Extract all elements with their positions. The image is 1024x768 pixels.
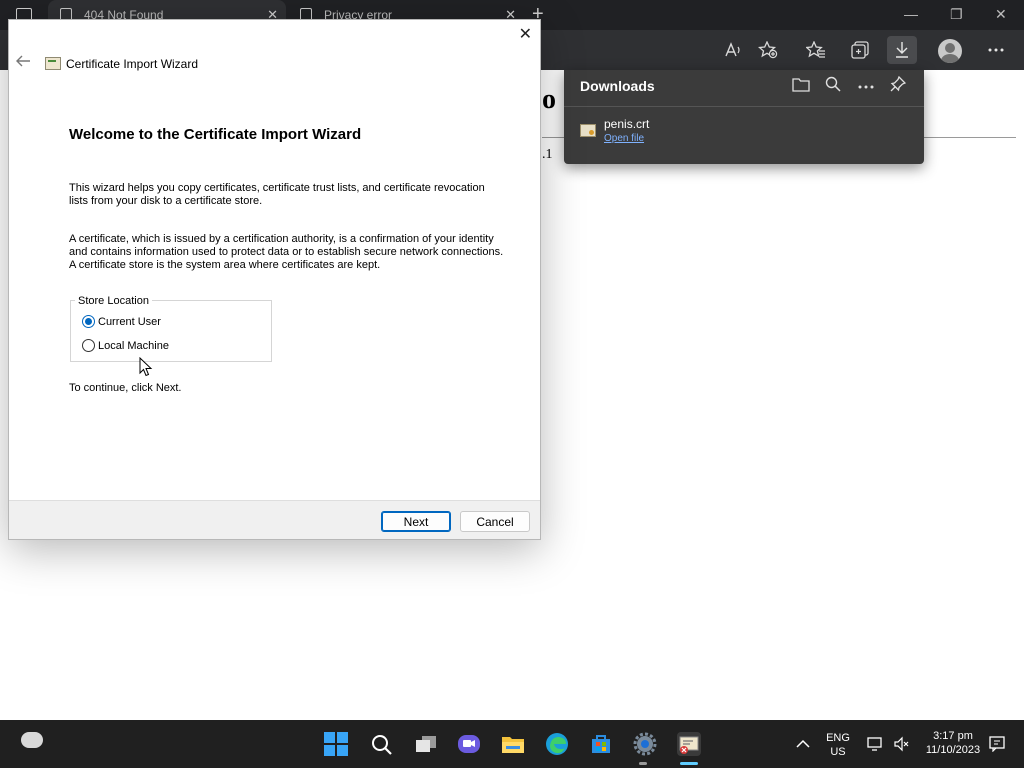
back-arrow-icon[interactable] (15, 54, 31, 72)
next-button[interactable]: Next (381, 511, 451, 532)
continue-instruction: To continue, click Next. (69, 382, 182, 394)
mouse-cursor-icon (139, 356, 153, 380)
settings-icon[interactable] (633, 732, 657, 756)
clock[interactable]: 3:17 pm 11/10/2023 (918, 729, 988, 757)
wizard-description: This wizard helps you copy certificates,… (69, 182, 485, 207)
radio-label: Current User (98, 315, 161, 328)
page-text-fragment: .1 (542, 147, 553, 162)
downloads-icon[interactable] (887, 36, 917, 64)
dialog-title: Certificate Import Wizard (66, 57, 199, 71)
downloads-title: Downloads (580, 78, 655, 94)
wizard-heading: Welcome to the Certificate Import Wizard (69, 126, 362, 143)
collections-icon[interactable] (845, 36, 875, 64)
edge-icon[interactable] (545, 732, 569, 756)
certificate-wizard-taskbar-icon[interactable] (677, 732, 701, 756)
more-options-icon[interactable] (855, 76, 877, 93)
store-location-legend: Store Location (75, 295, 152, 307)
close-window-icon[interactable]: ✕ (995, 6, 1007, 23)
add-favorite-icon[interactable] (753, 36, 783, 64)
store-location-group (70, 300, 272, 362)
search-icon[interactable] (371, 734, 392, 755)
certificate-explanation: A certificate, which is issued by a cert… (69, 233, 504, 271)
downloads-divider (564, 106, 924, 107)
notifications-icon[interactable] (989, 736, 1005, 755)
page-heading-fragment: o (542, 84, 556, 115)
language-indicator[interactable]: ENG US (823, 731, 853, 759)
network-icon[interactable] (867, 736, 883, 755)
radio-label: Local Machine (98, 339, 169, 352)
open-file-link[interactable]: Open file (604, 133, 644, 144)
chat-icon[interactable] (457, 732, 481, 756)
downloads-panel: Downloads penis.crt Open file (564, 70, 924, 164)
clock-time: 3:17 pm (933, 730, 973, 742)
radio-button-unchecked[interactable] (82, 339, 95, 352)
more-icon[interactable] (981, 36, 1011, 64)
read-aloud-icon[interactable] (718, 36, 748, 64)
radio-local-machine[interactable]: Local Machine (82, 339, 169, 352)
language-code: ENG (826, 732, 850, 744)
certificate-icon (45, 57, 61, 70)
radio-current-user[interactable]: Current User (82, 315, 161, 328)
favorites-icon[interactable] (801, 36, 831, 64)
certificate-file-icon (580, 124, 596, 137)
active-app-indicator (680, 762, 698, 765)
start-icon[interactable] (324, 732, 348, 756)
pin-icon[interactable] (887, 75, 909, 96)
close-icon[interactable]: ✕ (519, 24, 532, 44)
radio-button-checked[interactable] (82, 315, 95, 328)
certificate-import-wizard: ✕ Certificate Import Wizard Welcome to t… (8, 19, 541, 540)
restore-icon[interactable]: ❐ (950, 6, 963, 23)
store-icon[interactable] (589, 732, 613, 756)
region-code: US (830, 746, 846, 758)
task-view-icon[interactable] (414, 732, 438, 756)
file-explorer-icon[interactable] (501, 732, 525, 756)
minimize-icon[interactable]: — (904, 6, 918, 22)
show-hidden-icons-icon[interactable] (796, 736, 810, 752)
profile-icon[interactable] (938, 39, 962, 63)
cancel-button[interactable]: Cancel (460, 511, 530, 532)
download-filename[interactable]: penis.crt (604, 117, 649, 131)
volume-muted-icon[interactable] (893, 736, 909, 755)
open-folder-icon[interactable] (790, 76, 812, 96)
search-icon[interactable] (822, 76, 844, 96)
settings-running-indicator (639, 762, 647, 765)
clock-date: 11/10/2023 (925, 744, 981, 756)
dialog-footer: Next Cancel (9, 500, 540, 539)
weather-icon[interactable] (21, 732, 43, 748)
